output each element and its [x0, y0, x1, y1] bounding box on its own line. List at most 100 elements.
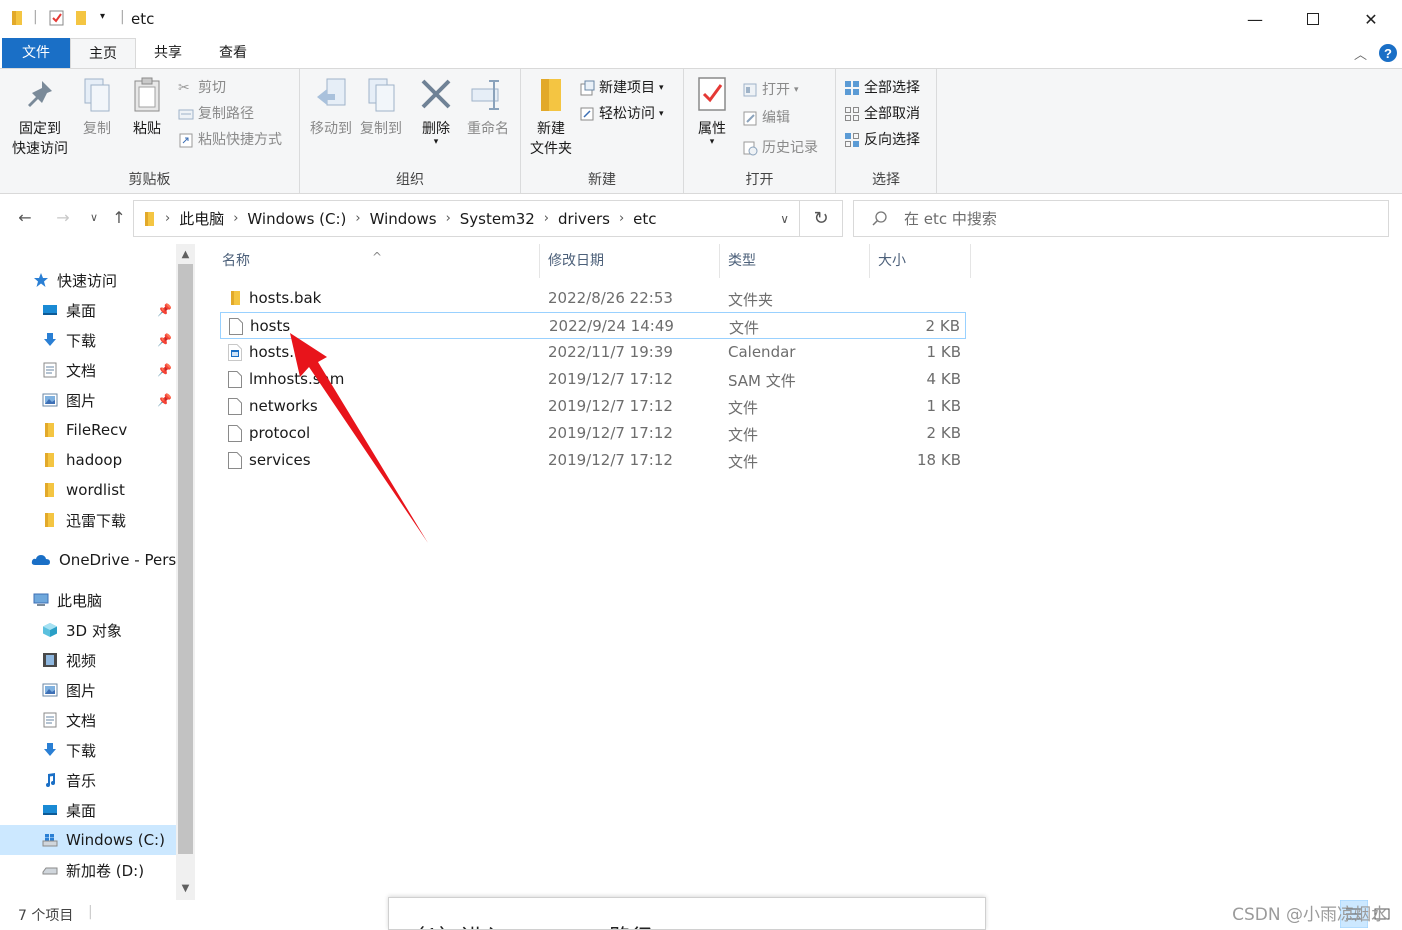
- recent-locations-button[interactable]: ∨: [82, 206, 106, 230]
- file-row[interactable]: networks 2019/12/7 17:12 文件 1 KB: [220, 393, 966, 420]
- chevron-down-icon: ▾: [659, 109, 664, 119]
- new-folder-quick-icon[interactable]: [75, 10, 89, 26]
- nav-item-quick-access[interactable]: 图片 📌: [0, 385, 176, 415]
- group-organize: 移动到 复制到 删除 ▾ 重命名 组织: [300, 69, 521, 193]
- breadcrumb-item[interactable]: 此电脑: [179, 208, 224, 229]
- nav-label: hadoop: [66, 451, 123, 469]
- breadcrumb-separator[interactable]: ›: [446, 211, 451, 226]
- breadcrumb-item[interactable]: System32: [460, 210, 535, 228]
- pin-quick-access-button[interactable]: 固定到 快速访问: [8, 75, 72, 159]
- refresh-button[interactable]: ↻: [800, 200, 843, 237]
- file-row[interactable]: hosts 2022/9/24 14:49 文件 2 KB: [220, 312, 966, 339]
- new-item-button[interactable]: 新建项目 ▾: [579, 77, 664, 99]
- nav-item-this-pc[interactable]: 文档: [0, 705, 176, 735]
- search-input[interactable]: 在 etc 中搜索: [853, 200, 1389, 237]
- breadcrumb-separator[interactable]: ›: [233, 211, 238, 226]
- nav-item-quick-access[interactable]: 迅雷下载: [0, 505, 176, 535]
- edit-button[interactable]: 编辑: [742, 107, 790, 129]
- copy-path-button[interactable]: 复制路径: [178, 103, 254, 125]
- nav-item-quick-access[interactable]: FileRecv: [0, 415, 176, 445]
- nav-item-this-pc[interactable]: 下载: [0, 735, 176, 765]
- breadcrumb-separator[interactable]: ›: [355, 211, 360, 226]
- cut-button[interactable]: ✂ 剪切: [178, 77, 226, 99]
- delete-button[interactable]: 删除 ▾: [416, 75, 456, 147]
- breadcrumb-separator[interactable]: ›: [544, 211, 549, 226]
- nav-item-this-pc[interactable]: Windows (C:): [0, 825, 176, 855]
- copy-to-button[interactable]: 复制到: [356, 75, 406, 139]
- move-to-button[interactable]: 移动到: [306, 75, 356, 139]
- history-button[interactable]: 历史记录: [742, 137, 818, 159]
- column-header-size[interactable]: 大小: [856, 244, 971, 278]
- rename-button[interactable]: 重命名: [462, 75, 514, 139]
- tab-share[interactable]: 共享: [136, 38, 200, 68]
- pin-icon[interactable]: 📌: [157, 303, 172, 317]
- select-all-button[interactable]: 全部选择: [844, 77, 920, 99]
- pin-icon[interactable]: 📌: [157, 363, 172, 377]
- minimize-button[interactable]: —: [1226, 0, 1284, 38]
- nav-item-this-pc[interactable]: 视频: [0, 645, 176, 675]
- file-row[interactable]: hosts.bak 2022/8/26 22:53 文件夹: [220, 285, 966, 312]
- breadcrumb-separator[interactable]: ›: [619, 211, 624, 226]
- nav-item-this-pc[interactable]: 桌面: [0, 795, 176, 825]
- breadcrumb-item[interactable]: Windows (C:): [247, 210, 346, 228]
- close-button[interactable]: ✕: [1342, 0, 1400, 38]
- nav-item-quick-access[interactable]: 桌面 📌: [0, 295, 176, 325]
- copy-button[interactable]: 复制: [74, 75, 120, 139]
- breadcrumb-item[interactable]: Windows: [370, 210, 437, 228]
- file-row[interactable]: services 2019/12/7 17:12 文件 18 KB: [220, 447, 966, 474]
- select-none-button[interactable]: 全部取消: [844, 103, 920, 125]
- scroll-down-icon[interactable]: ▼: [176, 880, 195, 898]
- tab-file[interactable]: 文件: [2, 38, 70, 68]
- delete-dropdown-icon[interactable]: ▾: [416, 138, 456, 147]
- scrollbar-thumb[interactable]: [178, 264, 193, 854]
- address-bar[interactable]: › 此电脑 › Windows (C:) › Windows › System3…: [133, 200, 800, 237]
- nav-label: 下载: [66, 331, 97, 350]
- nav-item-this-pc[interactable]: 新加卷 (D:): [0, 855, 176, 885]
- nav-item-quick-access[interactable]: 文档 📌: [0, 355, 176, 385]
- column-header-name[interactable]: 名称 ^: [200, 244, 540, 278]
- file-row[interactable]: protocol 2019/12/7 17:12 文件 2 KB: [220, 420, 966, 447]
- address-dropdown-icon[interactable]: ∨: [780, 212, 789, 226]
- desktop-icon: [42, 802, 58, 818]
- column-header-type[interactable]: 类型: [706, 244, 870, 278]
- folder-icon[interactable]: [11, 10, 25, 26]
- column-header-date[interactable]: 修改日期: [526, 244, 720, 278]
- nav-quick-access[interactable]: 快速访问: [0, 265, 176, 295]
- collapse-ribbon-icon[interactable]: ︿: [1354, 44, 1367, 63]
- nav-item-quick-access[interactable]: 下载 📌: [0, 325, 176, 355]
- pin-icon[interactable]: 📌: [157, 333, 172, 347]
- breadcrumb-item[interactable]: drivers: [558, 210, 610, 228]
- invert-selection-button[interactable]: 反向选择: [844, 129, 920, 151]
- scroll-up-icon[interactable]: ▲: [176, 246, 195, 264]
- paste-button[interactable]: 粘贴: [124, 75, 170, 139]
- nav-scrollbar[interactable]: ▲ ▼: [176, 244, 195, 900]
- nav-item-this-pc[interactable]: 音乐: [0, 765, 176, 795]
- customize-qat-icon[interactable]: ▾: [100, 11, 105, 22]
- file-row[interactable]: hosts.ics 2022/11/7 19:39 Calendar 1 KB: [220, 339, 966, 366]
- nav-item-quick-access[interactable]: hadoop: [0, 445, 176, 475]
- file-row[interactable]: lmhosts.sam 2019/12/7 17:12 SAM 文件 4 KB: [220, 366, 966, 393]
- up-button[interactable]: ↑: [107, 206, 131, 230]
- new-folder-button[interactable]: 新建 文件夹: [525, 75, 577, 159]
- tab-home[interactable]: 主页: [70, 38, 136, 69]
- help-icon[interactable]: ?: [1378, 43, 1398, 63]
- file-icon: [228, 452, 242, 469]
- properties-button[interactable]: 属性 ▾: [692, 75, 732, 147]
- properties-dropdown-icon[interactable]: ▾: [692, 138, 732, 147]
- properties-quick-icon[interactable]: [49, 10, 65, 26]
- nav-item-quick-access[interactable]: wordlist: [0, 475, 176, 505]
- back-button[interactable]: ←: [13, 206, 37, 230]
- open-button[interactable]: 打开 ▾: [742, 79, 799, 101]
- nav-item-this-pc[interactable]: 图片: [0, 675, 176, 705]
- nav-item-this-pc[interactable]: 3D 对象: [0, 615, 176, 645]
- nav-this-pc[interactable]: 此电脑: [0, 585, 176, 615]
- tab-view[interactable]: 查看: [200, 38, 266, 68]
- open-icon: [743, 83, 757, 97]
- breadcrumb-item[interactable]: etc: [633, 210, 656, 228]
- pin-icon[interactable]: 📌: [157, 393, 172, 407]
- forward-button[interactable]: →: [51, 206, 75, 230]
- easy-access-button[interactable]: 轻松访问 ▾: [579, 103, 664, 125]
- nav-onedrive[interactable]: OneDrive - Perso: [0, 545, 176, 575]
- maximize-button[interactable]: [1284, 0, 1342, 38]
- paste-shortcut-button[interactable]: 粘贴快捷方式: [178, 129, 282, 151]
